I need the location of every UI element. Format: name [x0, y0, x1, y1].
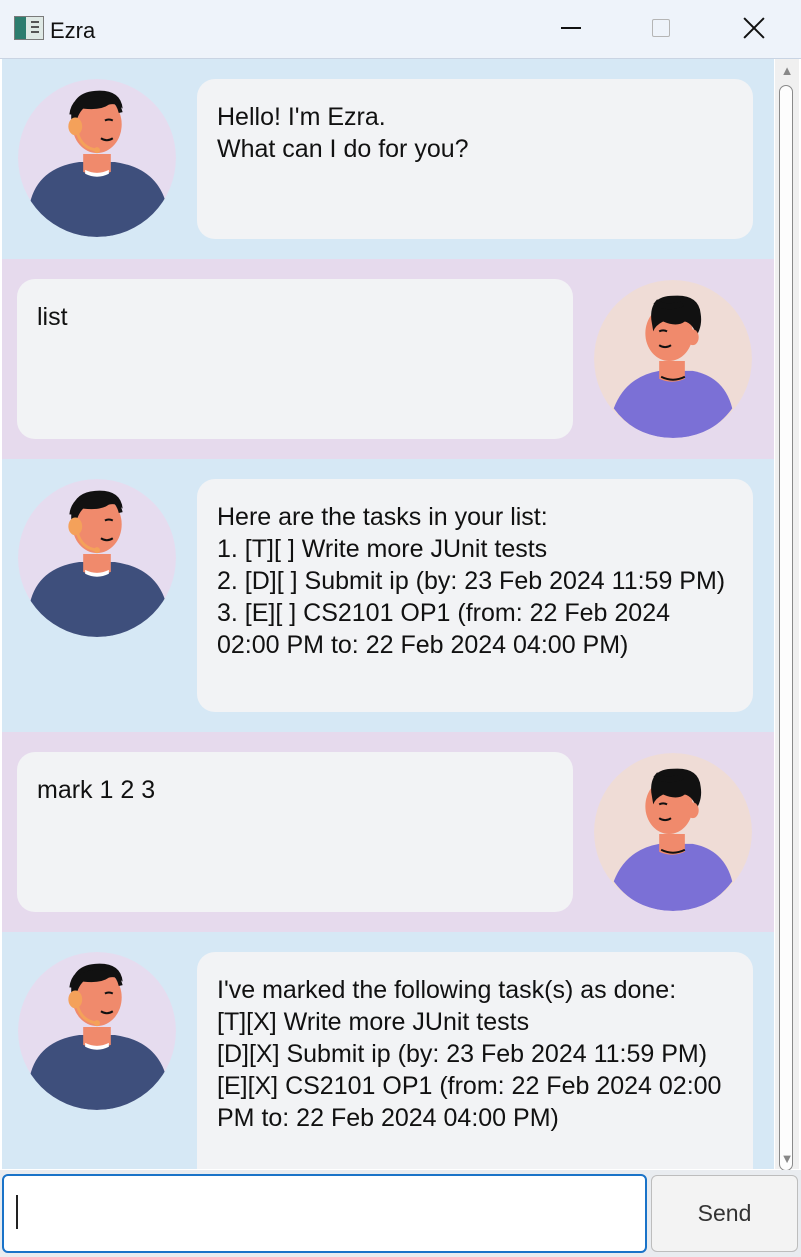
scroll-down-arrow-icon[interactable]: ▼: [775, 1147, 799, 1169]
app-window: Ezra Hello! I'm Ezra. What can I do for …: [0, 0, 801, 1257]
maximize-icon: [652, 19, 670, 37]
message-bubble: mark 1 2 3: [17, 752, 573, 912]
scroll-up-arrow-icon[interactable]: ▲: [775, 59, 799, 81]
user-avatar: [594, 280, 752, 438]
close-button[interactable]: [731, 6, 777, 50]
ezra-avatar: [18, 479, 176, 637]
message-bubble: list: [17, 279, 573, 439]
title-bar[interactable]: Ezra: [0, 0, 801, 59]
message-bubble: I've marked the following task(s) as don…: [197, 952, 753, 1169]
minimize-button[interactable]: [548, 6, 594, 50]
window-title: Ezra: [50, 18, 96, 43]
dialog-row-user: list: [2, 259, 774, 459]
send-button[interactable]: Send: [651, 1175, 798, 1252]
vertical-scrollbar[interactable]: ▲ ▼: [775, 59, 799, 1171]
ezra-avatar: [18, 952, 176, 1110]
message-input[interactable]: [2, 1174, 647, 1253]
ezra-avatar: [18, 79, 176, 237]
dialog-row-ezra: Hello! I'm Ezra. What can I do for you?: [2, 59, 774, 259]
dialog-row-ezra: I've marked the following task(s) as don…: [2, 932, 774, 1169]
minimize-icon: [561, 27, 581, 29]
user-avatar: [594, 753, 752, 911]
dialog-row-user: mark 1 2 3: [2, 732, 774, 932]
dialog-row-ezra: Here are the tasks in your list: 1. [T][…: [2, 459, 774, 732]
close-icon: [742, 16, 766, 40]
input-bar: Send: [0, 1170, 801, 1257]
maximize-button[interactable]: [638, 6, 684, 50]
message-bubble: Here are the tasks in your list: 1. [T][…: [197, 479, 753, 712]
text-caret: [16, 1195, 18, 1229]
scroll-thumb[interactable]: [779, 85, 793, 1171]
chat-scroll-pane[interactable]: Hello! I'm Ezra. What can I do for you? …: [2, 59, 774, 1169]
message-bubble: Hello! I'm Ezra. What can I do for you?: [197, 79, 753, 239]
app-icon: [14, 16, 44, 40]
